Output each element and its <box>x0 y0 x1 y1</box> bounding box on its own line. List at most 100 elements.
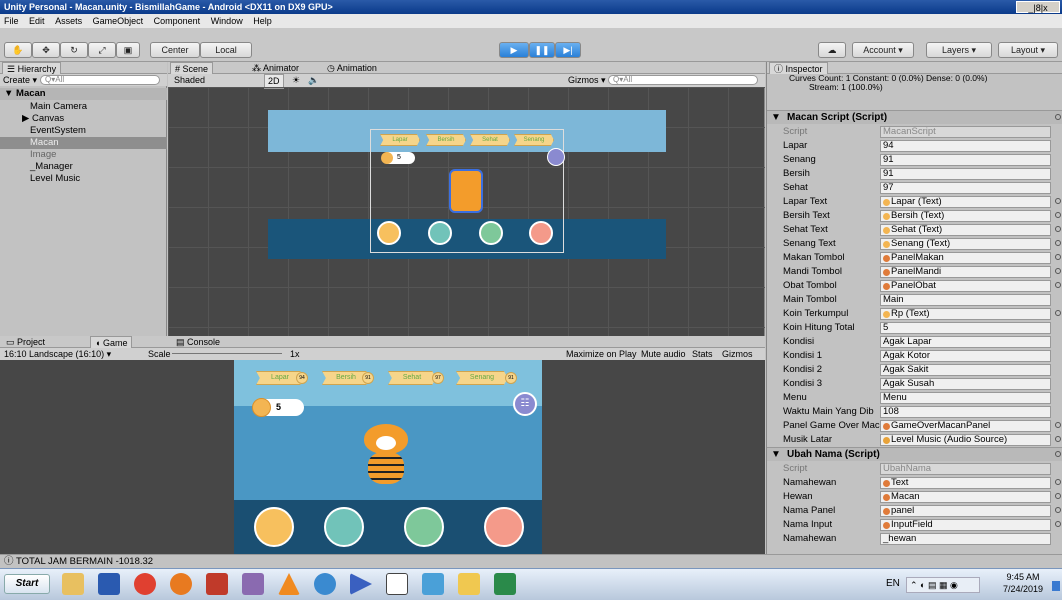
medicine-icon[interactable] <box>479 221 503 245</box>
menu-window[interactable]: Window <box>207 16 247 26</box>
field-value[interactable]: PanelMakan <box>880 252 1051 264</box>
stats-toggle[interactable]: Stats <box>692 348 713 360</box>
rect-tool-icon[interactable]: ▣ <box>116 42 140 58</box>
excel-icon[interactable] <box>494 573 516 595</box>
cloud-icon[interactable]: ☁ <box>818 42 846 58</box>
list-item-selected[interactable]: Macan <box>0 137 167 149</box>
object-picker-icon[interactable] <box>1055 521 1061 527</box>
unity-icon[interactable] <box>386 573 408 595</box>
menu-icon[interactable]: ☷ <box>513 392 537 416</box>
gizmos-dropdown[interactable]: Gizmos ▾ <box>568 74 606 87</box>
scale-tool-icon[interactable]: ⤢ <box>88 42 116 58</box>
window-controls[interactable]: _|8|x <box>1016 1 1060 13</box>
account-dropdown[interactable]: Account ▾ <box>852 42 914 58</box>
field-value[interactable]: Main <box>880 294 1051 306</box>
gear-icon[interactable] <box>1055 451 1061 457</box>
menu-assets[interactable]: Assets <box>51 16 86 26</box>
list-item[interactable]: Image <box>0 149 167 161</box>
field-value[interactable]: Menu <box>880 392 1051 404</box>
start-button[interactable]: Start <box>4 574 50 594</box>
component-header-macan[interactable]: ▼ Macan Script (Script) <box>767 110 1062 124</box>
aspect-dropdown[interactable]: 16:10 Landscape (16:10) <box>4 349 104 359</box>
app-icon[interactable] <box>314 573 336 595</box>
lighting-icon[interactable]: ☀ <box>292 74 300 87</box>
field-value[interactable]: _hewan <box>880 533 1051 545</box>
field-value[interactable]: 91 <box>880 168 1051 180</box>
bath-icon[interactable] <box>428 221 452 245</box>
pivot-local-button[interactable]: Local <box>200 42 252 58</box>
object-picker-icon[interactable] <box>1055 254 1061 260</box>
medicine-icon[interactable] <box>404 507 444 547</box>
tab-animation[interactable]: ◷ Animation <box>323 62 381 74</box>
field-value[interactable]: UbahNama <box>880 463 1051 475</box>
field-value[interactable]: GameOverMacanPanel <box>880 420 1051 432</box>
word-icon[interactable] <box>98 573 120 595</box>
field-value[interactable]: Bersih (Text) <box>880 210 1051 222</box>
smile-icon[interactable] <box>529 221 553 245</box>
menu-gameobject[interactable]: GameObject <box>89 16 148 26</box>
tab-scene[interactable]: # Scene <box>170 62 214 74</box>
menu-help[interactable]: Help <box>249 16 276 26</box>
object-picker-icon[interactable] <box>1055 212 1061 218</box>
game-screen[interactable]: Lapar 94 Bersih 91 Sehat 97 Senang 91 5 … <box>234 360 542 554</box>
layout-dropdown[interactable]: Layout ▾ <box>998 42 1058 58</box>
smile-icon[interactable] <box>484 507 524 547</box>
object-picker-icon[interactable] <box>1055 422 1061 428</box>
field-value[interactable]: 97 <box>880 182 1051 194</box>
media-player-icon[interactable] <box>350 573 372 595</box>
tab-animator[interactable]: ⁂ Animator <box>248 62 303 74</box>
shading-dropdown[interactable]: Shaded <box>174 75 205 85</box>
object-picker-icon[interactable] <box>1055 268 1061 274</box>
tray-icons[interactable]: ⌃ ◐ ▤ ▦ ◉ <box>906 577 980 593</box>
tab-project[interactable]: ▭ Project <box>2 336 49 348</box>
folder-icon[interactable] <box>458 573 480 595</box>
object-picker-icon[interactable] <box>1055 198 1061 204</box>
field-value[interactable]: PanelObat <box>880 280 1051 292</box>
object-picker-icon[interactable] <box>1055 240 1061 246</box>
pause-button[interactable]: ❚❚ <box>529 42 555 58</box>
mute-audio-toggle[interactable]: Mute audio <box>641 348 686 360</box>
move-tool-icon[interactable]: ✥ <box>32 42 60 58</box>
field-value[interactable]: Agak Sakit <box>880 364 1051 376</box>
list-item[interactable]: EventSystem <box>0 125 167 137</box>
expand-icon[interactable]: ▼ <box>771 111 781 125</box>
list-item[interactable]: _Manager <box>0 161 167 173</box>
tab-game[interactable]: ◖ Game <box>90 336 133 348</box>
maximize-on-play-toggle[interactable]: Maximize on Play <box>566 348 637 360</box>
rotate-tool-icon[interactable]: ↻ <box>60 42 88 58</box>
tiger-sprite[interactable] <box>449 169 483 213</box>
list-item[interactable]: ▶ Canvas <box>0 113 167 125</box>
field-value[interactable]: InputField <box>880 519 1051 531</box>
play-button[interactable]: ▶ <box>499 42 529 58</box>
scene-root[interactable]: ▼ Macan <box>0 88 167 100</box>
bath-icon[interactable] <box>324 507 364 547</box>
explorer-icon[interactable] <box>62 573 84 595</box>
menu-file[interactable]: File <box>0 16 23 26</box>
notepad-icon[interactable] <box>422 573 444 595</box>
tab-hierarchy[interactable]: ☰ Hierarchy <box>2 62 62 74</box>
create-dropdown[interactable]: Create <box>3 75 30 85</box>
component-header-ubahnama[interactable]: ▼ Ubah Nama (Script) <box>767 447 1062 461</box>
scene-search-input[interactable]: Q▾All <box>608 75 758 85</box>
pivot-center-button[interactable]: Center <box>150 42 200 58</box>
hierarchy-search-input[interactable]: Q▾All <box>40 75 160 85</box>
object-picker-icon[interactable] <box>1055 479 1061 485</box>
field-value[interactable]: 94 <box>880 140 1051 152</box>
field-value[interactable]: Level Music (Audio Source) <box>880 434 1051 446</box>
field-value[interactable]: Agak Lapar <box>880 336 1051 348</box>
object-picker-icon[interactable] <box>1055 493 1061 499</box>
field-value[interactable]: Macan <box>880 491 1051 503</box>
field-value[interactable]: Agak Susah <box>880 378 1051 390</box>
vlc-icon[interactable] <box>278 573 300 595</box>
menu-component[interactable]: Component <box>150 16 205 26</box>
field-value[interactable]: Lapar (Text) <box>880 196 1051 208</box>
list-item[interactable]: Main Camera <box>0 101 167 113</box>
object-picker-icon[interactable] <box>1055 310 1061 316</box>
menu-icon[interactable] <box>547 148 565 166</box>
snipping-icon[interactable] <box>242 573 264 595</box>
list-item[interactable]: Level Music <box>0 173 167 185</box>
step-button[interactable]: ▶| <box>555 42 581 58</box>
object-picker-icon[interactable] <box>1055 507 1061 513</box>
chrome-icon[interactable] <box>134 573 156 595</box>
expand-icon[interactable]: ▼ <box>771 448 781 462</box>
